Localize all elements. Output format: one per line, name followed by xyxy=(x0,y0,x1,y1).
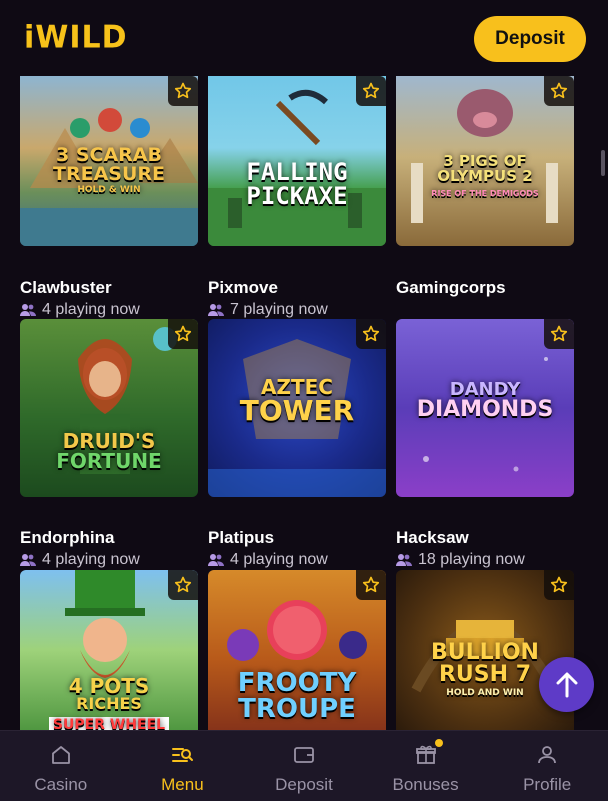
game-title: FALLING PICKAXE xyxy=(246,158,348,210)
provider-name[interactable]: Gamingcorps xyxy=(396,278,506,298)
star-icon xyxy=(550,576,568,593)
game-tile-scarab-treasure[interactable]: 3 SCARAB TREASURE HOLD & WIN xyxy=(20,76,198,246)
logo[interactable]: iWILD xyxy=(24,19,128,56)
nav-label: Bonuses xyxy=(392,775,459,794)
favorite-star-button[interactable] xyxy=(544,570,574,600)
players-count: 7 playing now xyxy=(208,301,328,319)
arrow-up-icon xyxy=(556,672,577,697)
casino-home-icon xyxy=(51,746,70,764)
game-tile-aztec-tower[interactable]: AZTEC TOWER xyxy=(208,319,386,497)
star-icon xyxy=(550,82,568,99)
favorite-star-button[interactable] xyxy=(356,76,386,106)
user-icon xyxy=(538,746,557,764)
favorite-star-button[interactable] xyxy=(356,319,386,349)
game-title: 3 PIGS OF OLYMPUS 2 RISE OF THE DEMIGODS xyxy=(431,152,539,198)
game-tile-3-pigs-olympus[interactable]: 3 PIGS OF OLYMPUS 2 RISE OF THE DEMIGODS xyxy=(396,76,574,246)
game-tile-druids-fortune[interactable]: DRUID'S FORTUNE xyxy=(20,319,198,497)
games-grid: 3 SCARAB TREASURE HOLD & WIN FALLING PIC… xyxy=(0,76,608,730)
favorite-star-button[interactable] xyxy=(544,319,574,349)
nav-label: Menu xyxy=(161,775,204,794)
scroll-to-top-button[interactable] xyxy=(539,657,594,712)
nav-profile[interactable]: Profile xyxy=(486,731,608,801)
star-icon xyxy=(174,82,192,99)
star-icon xyxy=(362,325,380,342)
players-icon xyxy=(208,554,224,566)
game-title: 3 SCARAB TREASURE HOLD & WIN xyxy=(53,144,165,195)
players-icon xyxy=(396,554,412,566)
favorite-star-button[interactable] xyxy=(544,76,574,106)
provider-name[interactable]: Hacksaw xyxy=(396,528,469,548)
favorite-star-button[interactable] xyxy=(168,319,198,349)
provider-name[interactable]: Clawbuster xyxy=(20,278,112,298)
provider-name[interactable]: Pixmove xyxy=(208,278,278,298)
star-icon xyxy=(362,576,380,593)
nav-casino[interactable]: Casino xyxy=(0,731,122,801)
gift-icon xyxy=(415,745,436,764)
nav-label: Deposit xyxy=(275,775,333,794)
players-count: 4 playing now xyxy=(20,301,140,319)
bottom-nav: Casino Menu Deposit Bonuses Profile xyxy=(0,730,608,801)
game-tile-4-pots-riches[interactable]: 4 POTS RICHES SUPER WHEEL xyxy=(20,570,198,730)
players-icon xyxy=(208,304,224,316)
nav-label: Profile xyxy=(523,775,572,794)
star-icon xyxy=(550,325,568,342)
game-tile-falling-pickaxe[interactable]: FALLING PICKAXE xyxy=(208,76,386,246)
game-tile-bullion-rush-7[interactable]: BULLION RUSH 7 HOLD AND WIN xyxy=(396,570,574,730)
players-count: 18 playing now xyxy=(396,551,525,569)
star-icon xyxy=(174,325,192,342)
nav-menu[interactable]: Menu xyxy=(122,731,244,801)
game-title: DANDY DIAMONDS xyxy=(416,379,554,422)
star-icon xyxy=(362,82,380,99)
players-count: 4 playing now xyxy=(208,551,328,569)
deposit-button[interactable]: Deposit xyxy=(474,16,586,62)
favorite-star-button[interactable] xyxy=(168,570,198,600)
game-tile-dandy-diamonds[interactable]: DANDY DIAMONDS xyxy=(396,319,574,497)
players-icon xyxy=(20,554,36,566)
favorite-star-button[interactable] xyxy=(168,76,198,106)
nav-label: Casino xyxy=(34,775,88,794)
favorite-star-button[interactable] xyxy=(356,570,386,600)
provider-name[interactable]: Platipus xyxy=(208,528,274,548)
game-title: AZTEC TOWER xyxy=(239,375,355,427)
notification-dot xyxy=(434,739,443,747)
wallet-icon xyxy=(294,747,314,763)
players-icon xyxy=(20,304,36,316)
provider-name[interactable]: Endorphina xyxy=(20,528,114,548)
menu-icon xyxy=(172,748,194,762)
star-icon xyxy=(174,576,192,593)
game-tile-frooty-troupe[interactable]: FROOTY TROUPE xyxy=(208,570,386,730)
game-title: DRUID'S FORTUNE xyxy=(56,429,162,473)
game-title: 4 POTS RICHES SUPER WHEEL xyxy=(20,676,198,730)
players-count: 4 playing now xyxy=(20,551,140,569)
nav-deposit[interactable]: Deposit xyxy=(243,731,365,801)
game-title: FROOTY TROUPE xyxy=(237,668,357,724)
nav-bonuses[interactable]: Bonuses xyxy=(365,731,487,801)
header: iWILD Deposit xyxy=(0,0,608,76)
